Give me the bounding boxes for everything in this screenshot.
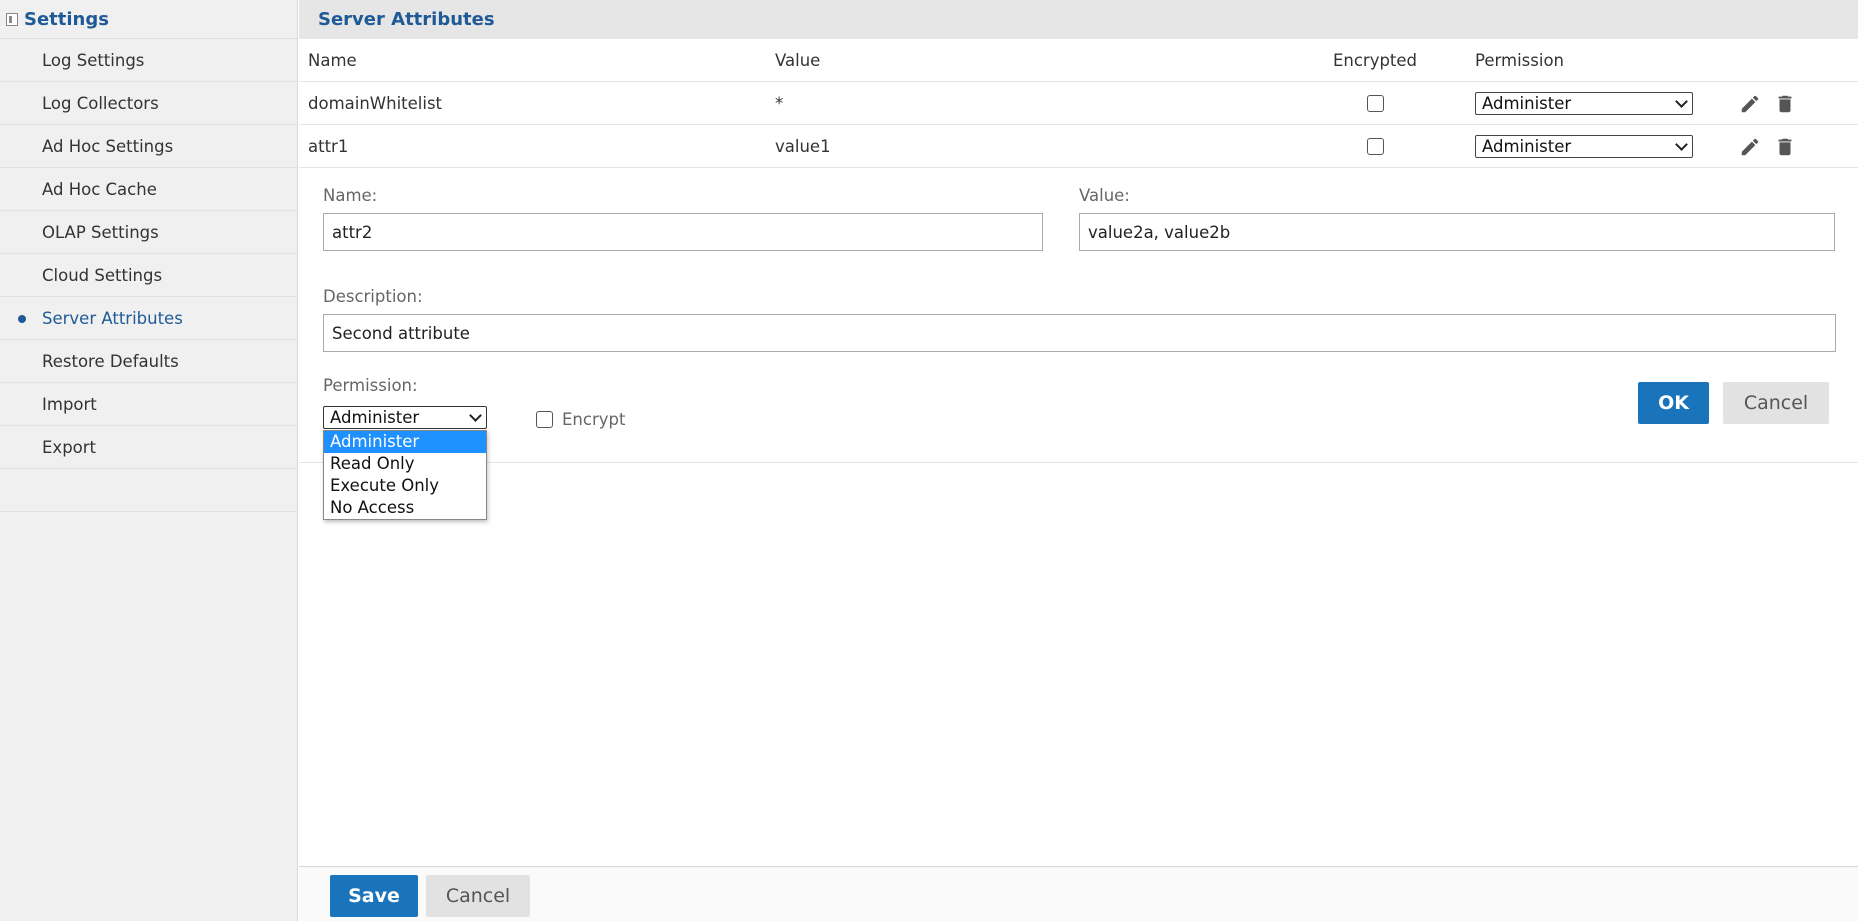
row-encrypted-cell: [1311, 125, 1439, 168]
sidebar-item-log-collectors[interactable]: Log Collectors: [0, 82, 297, 125]
permission-select[interactable]: Administer: [1475, 135, 1693, 158]
main-panel: Server Attributes Name Value Encrypted P…: [299, 0, 1858, 921]
column-header-permission: Permission: [1475, 51, 1564, 70]
permission-option-no-access[interactable]: No Access: [324, 497, 486, 519]
encrypted-checkbox[interactable]: [1366, 95, 1384, 112]
chevron-down-icon: [1675, 137, 1688, 151]
page-title: Server Attributes: [318, 9, 495, 30]
sidebar-item-label: Export: [42, 437, 97, 457]
row-value: value1: [775, 137, 831, 156]
sidebar-item-export[interactable]: Export: [0, 426, 297, 469]
form-cancel-button[interactable]: Cancel: [1723, 382, 1829, 424]
trash-icon[interactable]: [1774, 93, 1796, 115]
attribute-form: Name: attr2 Value: value2a, value2b Desc…: [299, 168, 1858, 463]
save-button[interactable]: Save: [330, 875, 418, 917]
encrypt-label: Encrypt: [562, 410, 626, 429]
row-value: *: [775, 94, 784, 113]
name-label: Name:: [323, 186, 378, 205]
permission-dropdown[interactable]: Administer: [323, 406, 487, 429]
description-label: Description:: [323, 287, 423, 306]
row-name: attr1: [308, 137, 349, 156]
sidebar-item-cloud-settings[interactable]: Cloud Settings: [0, 254, 297, 297]
row-actions: [1739, 125, 1796, 168]
sidebar-item-server-attributes[interactable]: Server Attributes: [0, 297, 297, 340]
permission-dropdown-value: Administer: [330, 408, 420, 427]
pencil-icon[interactable]: [1739, 136, 1761, 158]
sidebar-title: Settings: [24, 8, 109, 30]
chevron-down-icon: [1675, 94, 1688, 108]
sidebar-item-label: Server Attributes: [42, 308, 183, 328]
cancel-button[interactable]: Cancel: [426, 875, 530, 917]
pencil-icon[interactable]: [1739, 93, 1761, 115]
sidebar-item-label: Import: [42, 394, 97, 414]
sidebar-item-label: Log Settings: [42, 50, 145, 70]
row-encrypted-cell: [1311, 82, 1439, 125]
permission-option-execute-only[interactable]: Execute Only: [324, 475, 486, 497]
column-header-encrypted: Encrypted: [1332, 51, 1418, 70]
footer-bar: Save Cancel: [299, 866, 1858, 921]
row-permission-cell: Administer: [1475, 125, 1693, 168]
sidebar-item-olap-settings[interactable]: OLAP Settings: [0, 211, 297, 254]
table-header: Name Value Encrypted Permission: [299, 39, 1858, 82]
sidebar-item-ad-hoc-cache[interactable]: Ad Hoc Cache: [0, 168, 297, 211]
permission-label: Permission:: [323, 376, 418, 395]
sidebar-item-label: Log Collectors: [42, 93, 159, 113]
permission-select-value: Administer: [1482, 94, 1572, 113]
sidebar-item-label: OLAP Settings: [42, 222, 159, 242]
sidebar-item-import[interactable]: Import: [0, 383, 297, 426]
encrypt-field: Encrypt: [536, 410, 625, 429]
table-row: domainWhitelist * Administer: [299, 82, 1858, 125]
chevron-down-icon: [469, 408, 482, 422]
active-indicator-dot: [18, 315, 26, 323]
sidebar-item-label: Ad Hoc Settings: [42, 136, 174, 156]
permission-option-administer[interactable]: Administer: [324, 431, 486, 453]
row-name: domainWhitelist: [308, 94, 443, 113]
permission-select[interactable]: Administer: [1475, 92, 1693, 115]
permission-select-value: Administer: [1482, 137, 1572, 156]
sidebar-item-empty: [0, 469, 297, 512]
main-header: Server Attributes: [299, 0, 1858, 39]
row-permission-cell: Administer: [1475, 82, 1693, 125]
row-actions: [1739, 82, 1796, 125]
collapse-panel-icon[interactable]: [6, 12, 18, 26]
ok-button[interactable]: OK: [1638, 382, 1709, 424]
settings-sidebar: Settings Log Settings Log Collectors Ad …: [0, 0, 298, 921]
sidebar-header: Settings: [0, 0, 297, 39]
sidebar-item-label: Ad Hoc Cache: [42, 179, 157, 199]
value-label: Value:: [1079, 186, 1130, 205]
table-row: attr1 value1 Administer: [299, 125, 1858, 168]
name-input[interactable]: attr2: [323, 213, 1043, 251]
value-input[interactable]: value2a, value2b: [1079, 213, 1835, 251]
sidebar-item-ad-hoc-settings[interactable]: Ad Hoc Settings: [0, 125, 297, 168]
sidebar-item-label: Restore Defaults: [42, 351, 179, 371]
column-header-value: Value: [775, 51, 821, 70]
sidebar-item-label: Cloud Settings: [42, 265, 163, 285]
permission-option-read-only[interactable]: Read Only: [324, 453, 486, 475]
encrypted-checkbox[interactable]: [1366, 138, 1384, 155]
sidebar-item-restore-defaults[interactable]: Restore Defaults: [0, 340, 297, 383]
sidebar-item-log-settings[interactable]: Log Settings: [0, 39, 297, 82]
trash-icon[interactable]: [1774, 136, 1796, 158]
permission-dropdown-list: Administer Read Only Execute Only No Acc…: [323, 430, 487, 520]
description-input[interactable]: Second attribute: [323, 314, 1836, 352]
sidebar-nav: Log Settings Log Collectors Ad Hoc Setti…: [0, 39, 297, 512]
encrypt-checkbox[interactable]: [536, 411, 553, 428]
column-header-name: Name: [308, 51, 357, 70]
